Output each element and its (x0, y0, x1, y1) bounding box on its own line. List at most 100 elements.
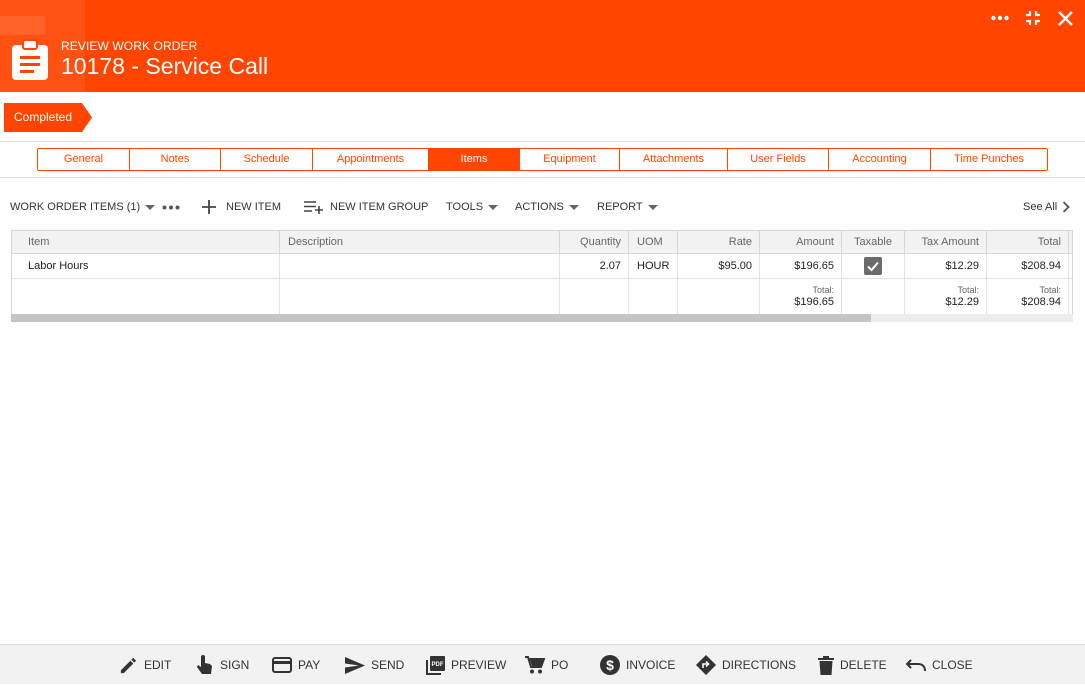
see-all-link[interactable]: See All (1023, 199, 1071, 215)
pencil-icon (120, 657, 137, 673)
tab-schedule[interactable]: Schedule (221, 149, 313, 170)
tab-appointments[interactable]: Appointments (313, 149, 429, 170)
svg-text:$: $ (606, 657, 614, 673)
sign-label: SIGN (220, 658, 250, 672)
totals-row: Total: $196.65 Total: $12.29 Total: $208… (12, 279, 1072, 314)
more-button[interactable] (990, 8, 1010, 28)
actions-label: ACTIONS (515, 201, 564, 213)
close-window-button[interactable] (1055, 8, 1075, 28)
tab-equipment[interactable]: Equipment (520, 149, 620, 170)
column-header-uom[interactable]: UOM (629, 231, 678, 254)
collapse-button[interactable] (1023, 8, 1043, 28)
send-button[interactable]: SEND (345, 645, 404, 685)
delete-button[interactable]: DELETE (818, 645, 887, 685)
horizontal-scrollbar[interactable] (11, 314, 1073, 322)
column-header-tax-amount[interactable]: Tax Amount (905, 231, 987, 254)
close-icon (1057, 10, 1073, 26)
column-header-quantity[interactable]: Quantity (560, 231, 629, 254)
close-button[interactable]: CLOSE (906, 645, 973, 685)
cell-tax-amount: $12.29 (905, 254, 987, 278)
playlist-add-icon (304, 201, 323, 214)
cell-total: $208.94 (987, 254, 1069, 278)
work-order-items-dropdown[interactable]: WORK ORDER ITEMS (1) (10, 199, 156, 215)
directions-button[interactable]: DIRECTIONS (696, 645, 796, 685)
report-dropdown[interactable]: REPORT (597, 199, 658, 215)
tax-amount-total-cell: Total: $12.29 (905, 279, 987, 314)
credit-card-icon (272, 657, 292, 673)
chevron-down-icon (488, 204, 499, 210)
new-item-group-label: NEW ITEM GROUP (330, 201, 429, 213)
edit-button[interactable]: EDIT (119, 645, 171, 685)
column-header-total[interactable]: Total (987, 231, 1069, 254)
svg-text:PDF: PDF (432, 662, 444, 668)
bottom-action-bar: EDIT SIGN PAY SEND PDF PREVIEW PO $ INVO… (0, 644, 1085, 684)
column-header-description[interactable]: Description (280, 231, 560, 254)
preview-label: PREVIEW (451, 658, 507, 672)
grand-total-value: $208.94 (1021, 296, 1061, 308)
divider (0, 177, 1085, 178)
send-label: SEND (371, 658, 405, 672)
report-label: REPORT (597, 201, 643, 213)
more-icon (162, 205, 180, 209)
tab-attachments[interactable]: Attachments (620, 149, 728, 170)
totals-empty-cell (842, 279, 905, 314)
delete-label: DELETE (840, 658, 887, 672)
status-badge: Completed (4, 103, 92, 132)
cell-quantity: 2.07 (560, 254, 629, 278)
collapse-icon (1026, 11, 1040, 25)
po-label: PO (551, 658, 569, 672)
cell-amount: $196.65 (760, 254, 842, 278)
new-item-button[interactable]: NEW ITEM (202, 199, 281, 215)
totals-empty-cell (629, 279, 678, 314)
chevron-down-icon (145, 204, 156, 210)
scrollbar-thumb[interactable] (11, 314, 871, 322)
plus-icon (202, 200, 216, 214)
preview-button[interactable]: PDF PREVIEW (426, 645, 506, 685)
undo-icon (906, 659, 926, 672)
work-order-items-label: WORK ORDER ITEMS (1) (10, 201, 141, 213)
window-header: REVIEW WORK ORDER 10178 - Service Call (0, 0, 1085, 92)
tab-time-punches[interactable]: Time Punches (931, 149, 1047, 170)
column-header-item[interactable]: Item (12, 231, 280, 254)
more-options-button[interactable] (162, 199, 180, 215)
amount-total-cell: Total: $196.65 (760, 279, 842, 314)
cell-description (280, 254, 560, 278)
table-row[interactable]: Labor Hours 2.07 HOUR $95.00 $196.65 $12… (12, 254, 1072, 279)
see-all-label: See All (1023, 201, 1058, 213)
sign-button[interactable]: SIGN (196, 645, 249, 685)
new-item-group-button[interactable]: NEW ITEM GROUP (304, 199, 428, 215)
chevron-right-icon (1063, 201, 1071, 213)
cell-rate: $95.00 (678, 254, 760, 278)
pay-button[interactable]: PAY (272, 645, 320, 685)
totals-empty-cell (560, 279, 629, 314)
new-item-label: NEW ITEM (226, 201, 281, 213)
tools-dropdown[interactable]: TOOLS (446, 199, 499, 215)
totals-empty-cell (678, 279, 760, 314)
total-label: Total: (1039, 285, 1061, 295)
tab-general[interactable]: General (38, 149, 130, 170)
column-header-amount[interactable]: Amount (760, 231, 842, 254)
actions-dropdown[interactable]: ACTIONS (515, 199, 579, 215)
edit-label: EDIT (144, 658, 172, 672)
tab-items[interactable]: Items (429, 149, 520, 170)
tab-bar: General Notes Schedule Appointments Item… (37, 148, 1048, 171)
total-label: Total: (812, 285, 834, 295)
taxable-checkbox[interactable] (864, 257, 882, 275)
trash-icon (818, 655, 834, 675)
shopping-cart-icon (525, 656, 545, 674)
tab-accounting[interactable]: Accounting (829, 149, 931, 170)
dollar-circle-icon: $ (600, 655, 620, 675)
invoice-button[interactable]: $ INVOICE (600, 645, 675, 685)
grand-total-cell: Total: $208.94 (987, 279, 1069, 314)
column-header-taxable[interactable]: Taxable (842, 231, 905, 254)
send-icon (345, 656, 365, 674)
column-header-rate[interactable]: Rate (678, 231, 760, 254)
pay-label: PAY (298, 658, 321, 672)
tab-notes[interactable]: Notes (130, 149, 221, 170)
po-button[interactable]: PO (525, 645, 568, 685)
tab-user-fields[interactable]: User Fields (728, 149, 829, 170)
chevron-down-icon (647, 204, 658, 210)
totals-empty-cell (12, 279, 280, 314)
cell-item: Labor Hours (12, 254, 280, 278)
chevron-down-icon (568, 204, 579, 210)
